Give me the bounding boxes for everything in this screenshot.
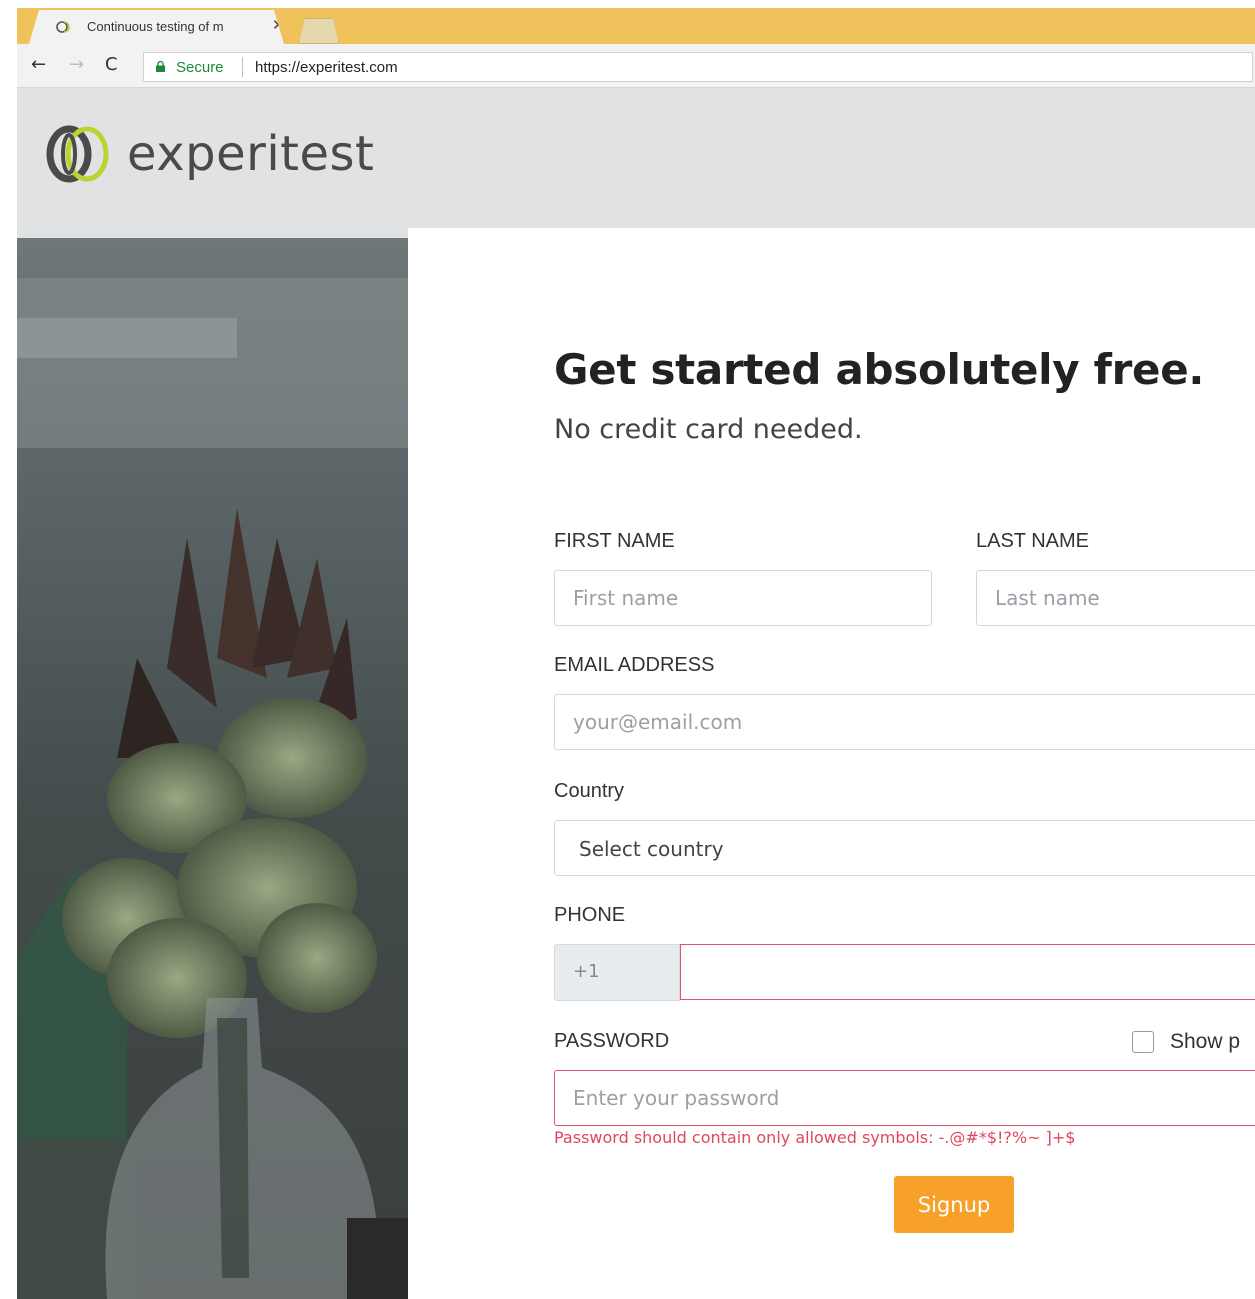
last-name-label: LAST NAME [976,530,1089,552]
country-label: Country [554,780,625,802]
email-label: EMAIL ADDRESS [554,654,715,676]
experitest-logo-mark-icon [46,125,109,183]
last-name-field[interactable] [976,570,1255,626]
close-tab-icon[interactable]: ✕ [272,16,284,34]
show-password-checkbox[interactable] [1132,1031,1154,1053]
page-subtitle: No credit card needed. [554,414,863,445]
password-field[interactable] [554,1070,1255,1126]
secure-label: Secure [176,59,224,76]
forward-arrow-icon[interactable]: → [69,54,84,75]
site-header: experitest [17,88,1255,238]
browser-tab-bar: Continuous testing of m ✕ [17,8,1255,44]
url-divider [242,57,243,77]
hero-flower-photo [17,238,408,1299]
page-title: Get started absolutely free. [554,345,1205,394]
phone-prefix-text: +1 [573,961,600,982]
country-select-value: Select country [579,837,724,861]
signup-button[interactable]: Signup [894,1176,1014,1233]
reload-icon[interactable]: C [105,54,118,75]
show-password-label: Show p [1170,1030,1241,1053]
back-arrow-icon[interactable]: ← [31,54,46,75]
tab-title: Continuous testing of m [87,19,224,34]
new-tab-button[interactable] [299,18,339,44]
lock-icon [156,61,165,72]
logo-text: experitest [127,126,375,182]
experitest-logo[interactable]: experitest [39,122,374,186]
phone-field[interactable] [680,944,1255,1000]
password-error-message: Password should contain only allowed sym… [554,1128,1076,1147]
url-text[interactable]: https://experitest.com [255,59,398,76]
first-name-label: FIRST NAME [554,530,675,552]
password-label: PASSWORD [554,1030,670,1052]
experitest-favicon-icon [56,21,70,33]
address-bar[interactable]: Secure https://experitest.com [143,52,1253,82]
first-name-field[interactable] [554,570,932,626]
country-select[interactable]: Select country [554,820,1255,876]
signup-form-panel: Get started absolutely free. No credit c… [408,228,1255,1299]
browser-toolbar: ← → C Secure https://experitest.com [17,44,1255,88]
phone-country-code: +1 [554,944,680,1001]
show-password-toggle[interactable]: Show p [1132,1030,1240,1054]
browser-tab[interactable]: Continuous testing of m ✕ [29,10,284,44]
phone-label: PHONE [554,904,626,926]
email-field[interactable] [554,694,1255,750]
